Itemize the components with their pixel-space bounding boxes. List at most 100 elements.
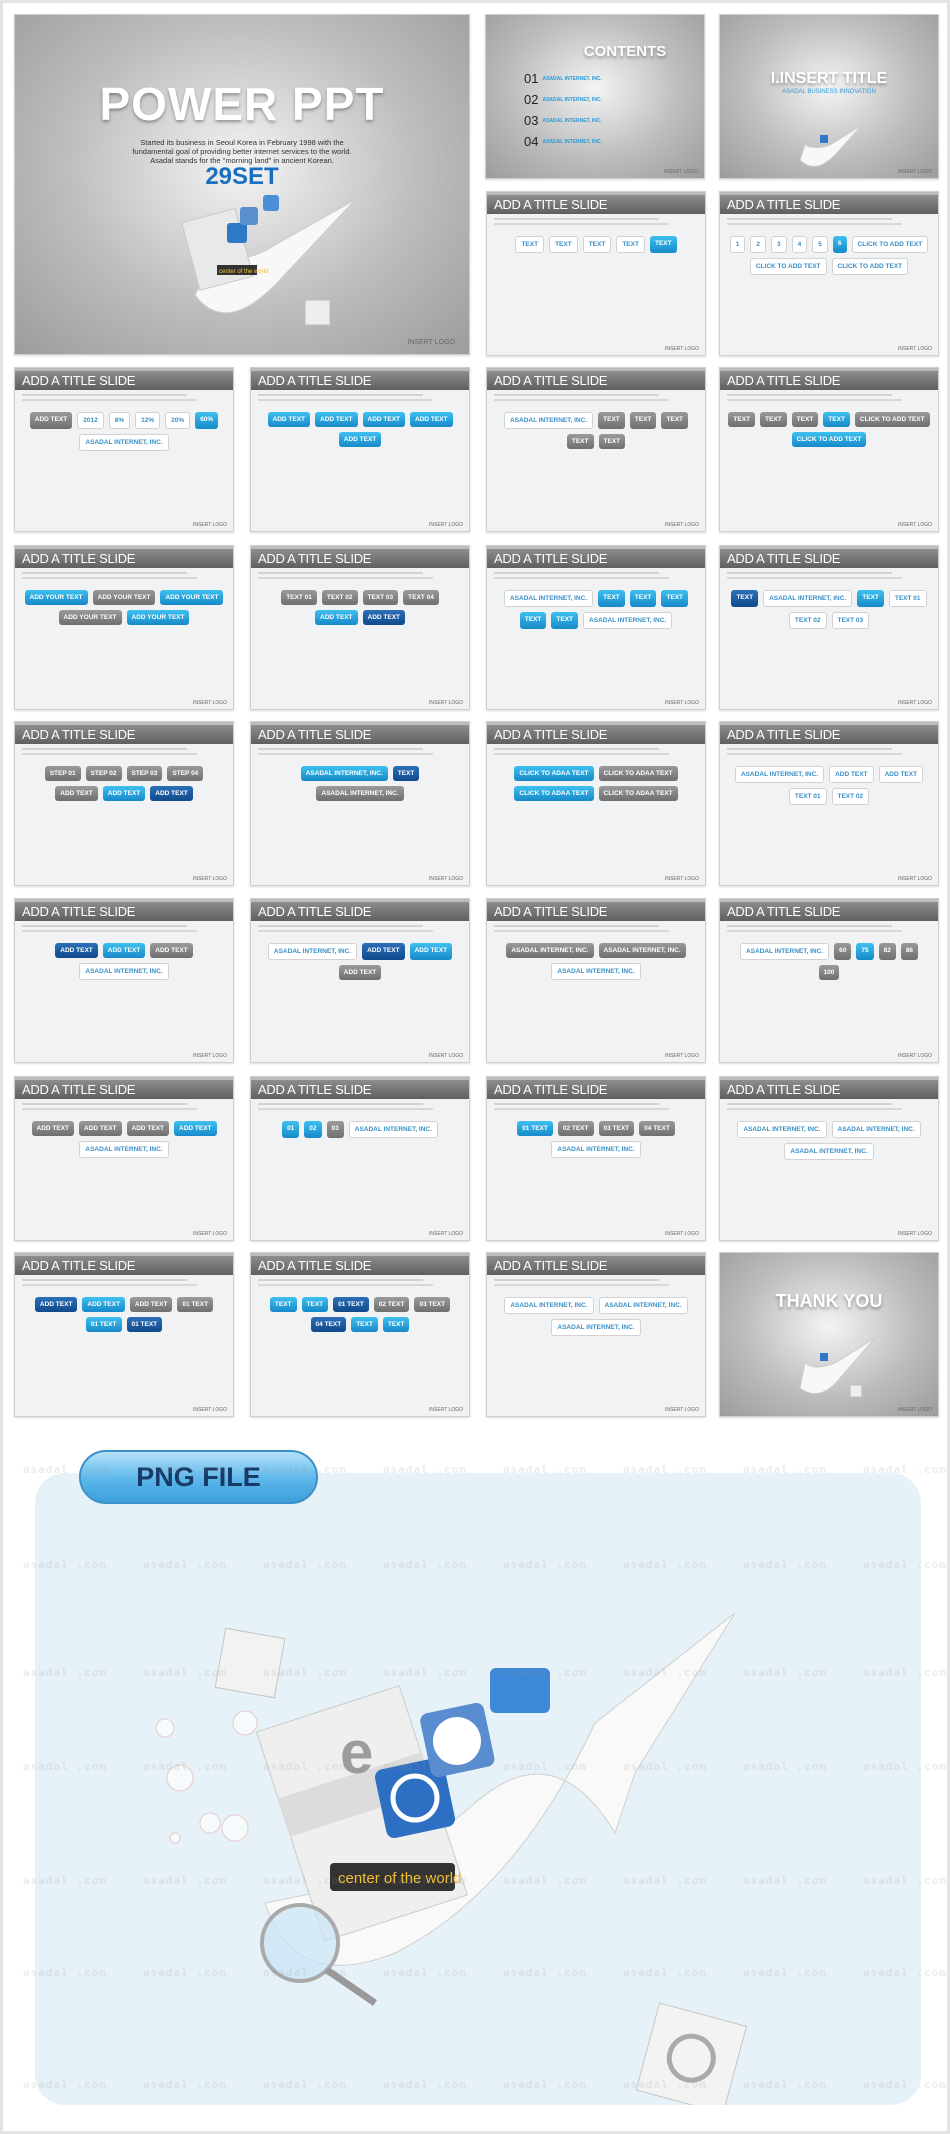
- slide-label: 86: [900, 943, 919, 960]
- slide-title: ADD A TITLE SLIDE: [720, 368, 938, 390]
- slide-label: ASADAL INTERNET, INC.: [506, 943, 594, 958]
- template-slide[interactable]: ADD A TITLE SLIDE ASADAL INTERNET, INC. TE…: [486, 545, 706, 710]
- tv-cube-icon: [214, 1627, 286, 1699]
- section-subtitle: ASADAL BUSINESS INNOVATION: [782, 89, 876, 95]
- slide-label: ASADAL INTERNET, INC.: [79, 1141, 169, 1158]
- insert-logo: INSERT LOGO: [665, 700, 699, 706]
- template-slide[interactable]: ADD A TITLE SLIDE ASADAL INTERNET, INC. AS…: [719, 1076, 939, 1241]
- template-slide[interactable]: ADD A TITLE SLIDE TEXT 01 TEXT 02 TEXT 03 TE…: [250, 545, 470, 710]
- template-slide[interactable]: ADD A TITLE SLIDE TEXT TEXT 01 TEXT 02 TEXT 0…: [250, 1252, 470, 1417]
- slide-description: [22, 394, 187, 396]
- slide-label: TEXT: [731, 590, 759, 607]
- thank-you-slide[interactable]: THANK YOU INSERT LOGO: [719, 1252, 939, 1417]
- insert-logo: INSERT LOGO: [898, 522, 932, 528]
- slide-label: ADD TEXT: [150, 786, 193, 801]
- template-slide[interactable]: ADD A TITLE SLIDE ASADAL INTERNET, INC. TE…: [486, 367, 706, 532]
- template-slide[interactable]: ADD A TITLE SLIDE ADD TEXT 2012 8% 12% 20% 60%…: [14, 367, 234, 532]
- template-slide[interactable]: ADD A TITLE SLIDE TEXT ASADAL INTERNET, IN…: [719, 545, 939, 710]
- slide-description: [494, 925, 659, 927]
- slide-description: [727, 930, 902, 932]
- template-slide[interactable]: ADD A TITLE SLIDE 01 02 03 ASADAL INTERNET, …: [250, 1076, 470, 1241]
- slide-title: ADD A TITLE SLIDE: [15, 546, 233, 568]
- item-label: ASADAL INTERNET, INC.: [542, 96, 602, 103]
- slide-body: ASADAL INTERNET, INC. ASADAL INTERNET, IN…: [728, 1115, 930, 1226]
- slide-label: CLICK TO ADD TEXT: [749, 258, 827, 275]
- slide-label: ADD TEXT: [102, 786, 146, 801]
- slide-label: ASADAL INTERNET, INC.: [504, 1297, 594, 1314]
- slide-title: ADD A TITLE SLIDE: [487, 1253, 705, 1275]
- template-slide[interactable]: ADD A TITLE SLIDE ADD YOUR TEXT ADD YOUR T…: [14, 545, 234, 710]
- slide-description: [494, 753, 669, 755]
- slide-description: [727, 223, 902, 225]
- template-slide[interactable]: ADD A TITLE SLIDE ASADAL INTERNET, INC. 60…: [719, 898, 939, 1063]
- magnifier-icon: [260, 1903, 340, 1983]
- slide-label: TEXT: [661, 590, 689, 607]
- slide-title: ADD A TITLE SLIDE: [487, 899, 705, 921]
- cover-slide[interactable]: POWER PPT Started its business in Seoul …: [14, 14, 470, 355]
- slide-label: ADD TEXT: [55, 943, 98, 958]
- section-title-slide[interactable]: I.INSERT TITLE ASADAL BUSINESS INNOVATIO…: [719, 14, 939, 179]
- slide-label: TEXT: [269, 1297, 297, 1312]
- contents-item[interactable]: 01 ASADAL INTERNET, INC.: [524, 68, 602, 89]
- template-slide[interactable]: ADD A TITLE SLIDE TEXT TEXT TEXT TEXT TEXT INS…: [486, 191, 706, 356]
- slide-description: [494, 1108, 669, 1110]
- slide-description: [494, 394, 659, 396]
- slide-label: CLICK TO ADAA TEXT: [514, 786, 594, 801]
- slide-description: [22, 577, 197, 579]
- template-slide[interactable]: ADD A TITLE SLIDE ASADAL INTERNET, INC. TE…: [250, 721, 470, 886]
- slide-label: TEXT: [598, 412, 625, 429]
- item-num: 02: [524, 92, 539, 107]
- template-slide[interactable]: ADD A TITLE SLIDE ASADAL INTERNET, INC. AD…: [250, 898, 470, 1063]
- section-title: I.INSERT TITLE: [770, 70, 888, 87]
- slide-description: [22, 1279, 187, 1281]
- slide-label: ADD TEXT: [362, 943, 405, 960]
- slide-label: 01 TEXT: [126, 1317, 163, 1332]
- template-slide[interactable]: ADD A TITLE SLIDE ADD TEXT ADD TEXT ADD TEX…: [14, 1252, 234, 1417]
- slide-label: TEXT 01: [281, 590, 317, 605]
- slide-title: ADD A TITLE SLIDE: [720, 899, 938, 921]
- contents-item[interactable]: 04 ASADAL INTERNET, INC.: [524, 131, 602, 152]
- template-slide[interactable]: ADD A TITLE SLIDE ADD TEXT ADD TEXT ADD TEX…: [14, 898, 234, 1063]
- slide-label: 75: [856, 943, 874, 960]
- slide-label: TEXT 01: [888, 590, 927, 607]
- template-slide[interactable]: ADD A TITLE SLIDE STEP 01 STEP 02 STEP 03 ST…: [14, 721, 234, 886]
- slide-label: TEXT 02: [788, 612, 827, 629]
- slide-description: [727, 1103, 892, 1105]
- template-slide[interactable]: ADD A TITLE SLIDE 1 2 3 4 5 6 CLICK TO ADD TEXT…: [719, 191, 939, 356]
- slide-description: [22, 572, 187, 574]
- slide-body: TEXT TEXT TEXT TEXT CLICK TO ADD TEXT CLICK T…: [728, 406, 930, 517]
- slide-label: ASADAL INTERNET, INC.: [551, 1319, 641, 1336]
- contents-title: CONTENTS: [583, 43, 667, 60]
- slide-description: [494, 577, 669, 579]
- thank-you-illustration: [799, 1337, 876, 1398]
- slide-body: ASADAL INTERNET, INC. 60 75 82 86 100: [728, 937, 930, 1048]
- power-cube-icon: [304, 299, 331, 326]
- slide-label: ASADAL INTERNET, INC.: [316, 786, 404, 801]
- template-slide[interactable]: ADD A TITLE SLIDE ADD TEXT ADD TEXT ADD TEX…: [250, 367, 470, 532]
- template-slide[interactable]: ADD A TITLE SLIDE TEXT TEXT TEXT TEXT CLICK T…: [719, 367, 939, 532]
- slide-label: 1: [729, 236, 746, 253]
- template-slide[interactable]: ADD A TITLE SLIDE ADD TEXT ADD TEXT ADD TEX…: [14, 1076, 234, 1241]
- insert-logo: INSERT LOGO: [898, 876, 932, 882]
- item-num: 03: [524, 113, 539, 128]
- template-slide[interactable]: ADD A TITLE SLIDE ASADAL INTERNET, INC. AS…: [486, 898, 706, 1063]
- template-slide[interactable]: ADD A TITLE SLIDE CLICK TO ADAA TEXT CLICK…: [486, 721, 706, 886]
- insert-logo: INSERT LOGO: [193, 876, 227, 882]
- slide-description: [258, 394, 423, 396]
- slide-label: 2012: [77, 412, 104, 429]
- slide-title: ADD A TITLE SLIDE: [487, 1077, 705, 1099]
- slide-body: ASADAL INTERNET, INC. ASADAL INTERNET, IN…: [495, 1291, 697, 1402]
- cover-subtitle: Started its business in Seoul Korea in F…: [15, 138, 469, 165]
- slide-label: ADD TEXT: [338, 965, 382, 980]
- contents-item[interactable]: 03 ASADAL INTERNET, INC.: [524, 110, 602, 131]
- insert-logo: INSERT LOGO: [665, 1231, 699, 1237]
- template-slide[interactable]: ADD A TITLE SLIDE ASADAL INTERNET, INC. AS…: [486, 1252, 706, 1417]
- template-slide[interactable]: ADD A TITLE SLIDE 01 TEXT 02 TEXT 03 TEXT 04…: [486, 1076, 706, 1241]
- slide-title: ADD A TITLE SLIDE: [720, 192, 938, 214]
- slide-label: TEXT: [823, 412, 850, 427]
- template-slide[interactable]: ADD A TITLE SLIDE ASADAL INTERNET, INC. AD…: [719, 721, 939, 886]
- slide-label: ASADAL INTERNET, INC.: [551, 1141, 641, 1158]
- contents-slide[interactable]: CONTENTS 01 ASADAL INTERNET, INC. 02 ASADA…: [485, 14, 705, 179]
- contents-item[interactable]: 02 ASADAL INTERNET, INC.: [524, 89, 602, 110]
- insert-logo: INSERT LOGO: [898, 346, 932, 352]
